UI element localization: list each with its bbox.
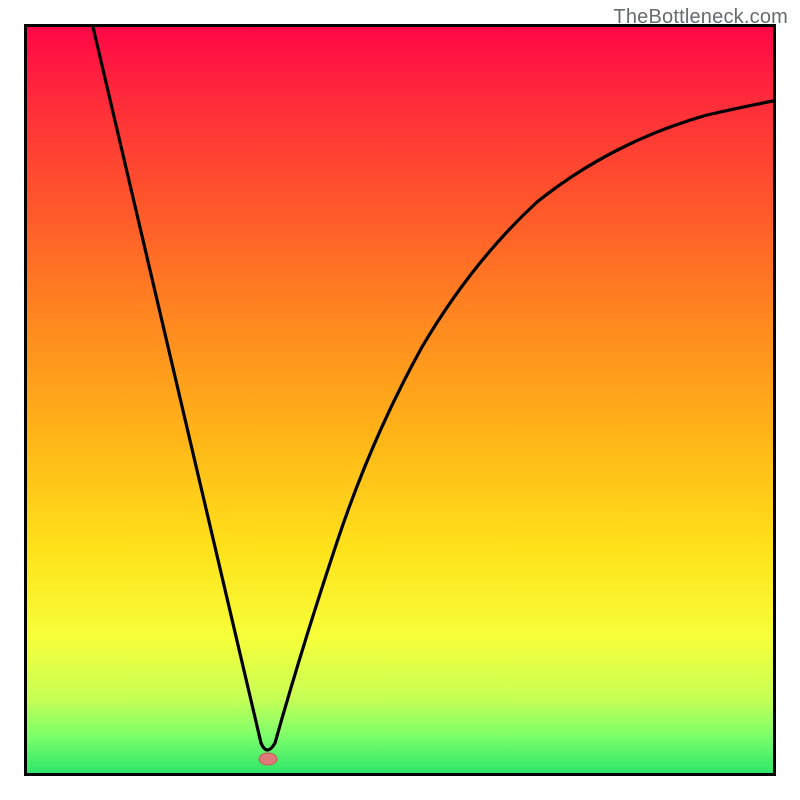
watermark-text: TheBottleneck.com [613, 6, 788, 29]
chart-frame [24, 24, 776, 776]
bottleneck-curve [93, 27, 773, 750]
chart-svg [27, 27, 773, 773]
vertex-marker [259, 753, 277, 765]
